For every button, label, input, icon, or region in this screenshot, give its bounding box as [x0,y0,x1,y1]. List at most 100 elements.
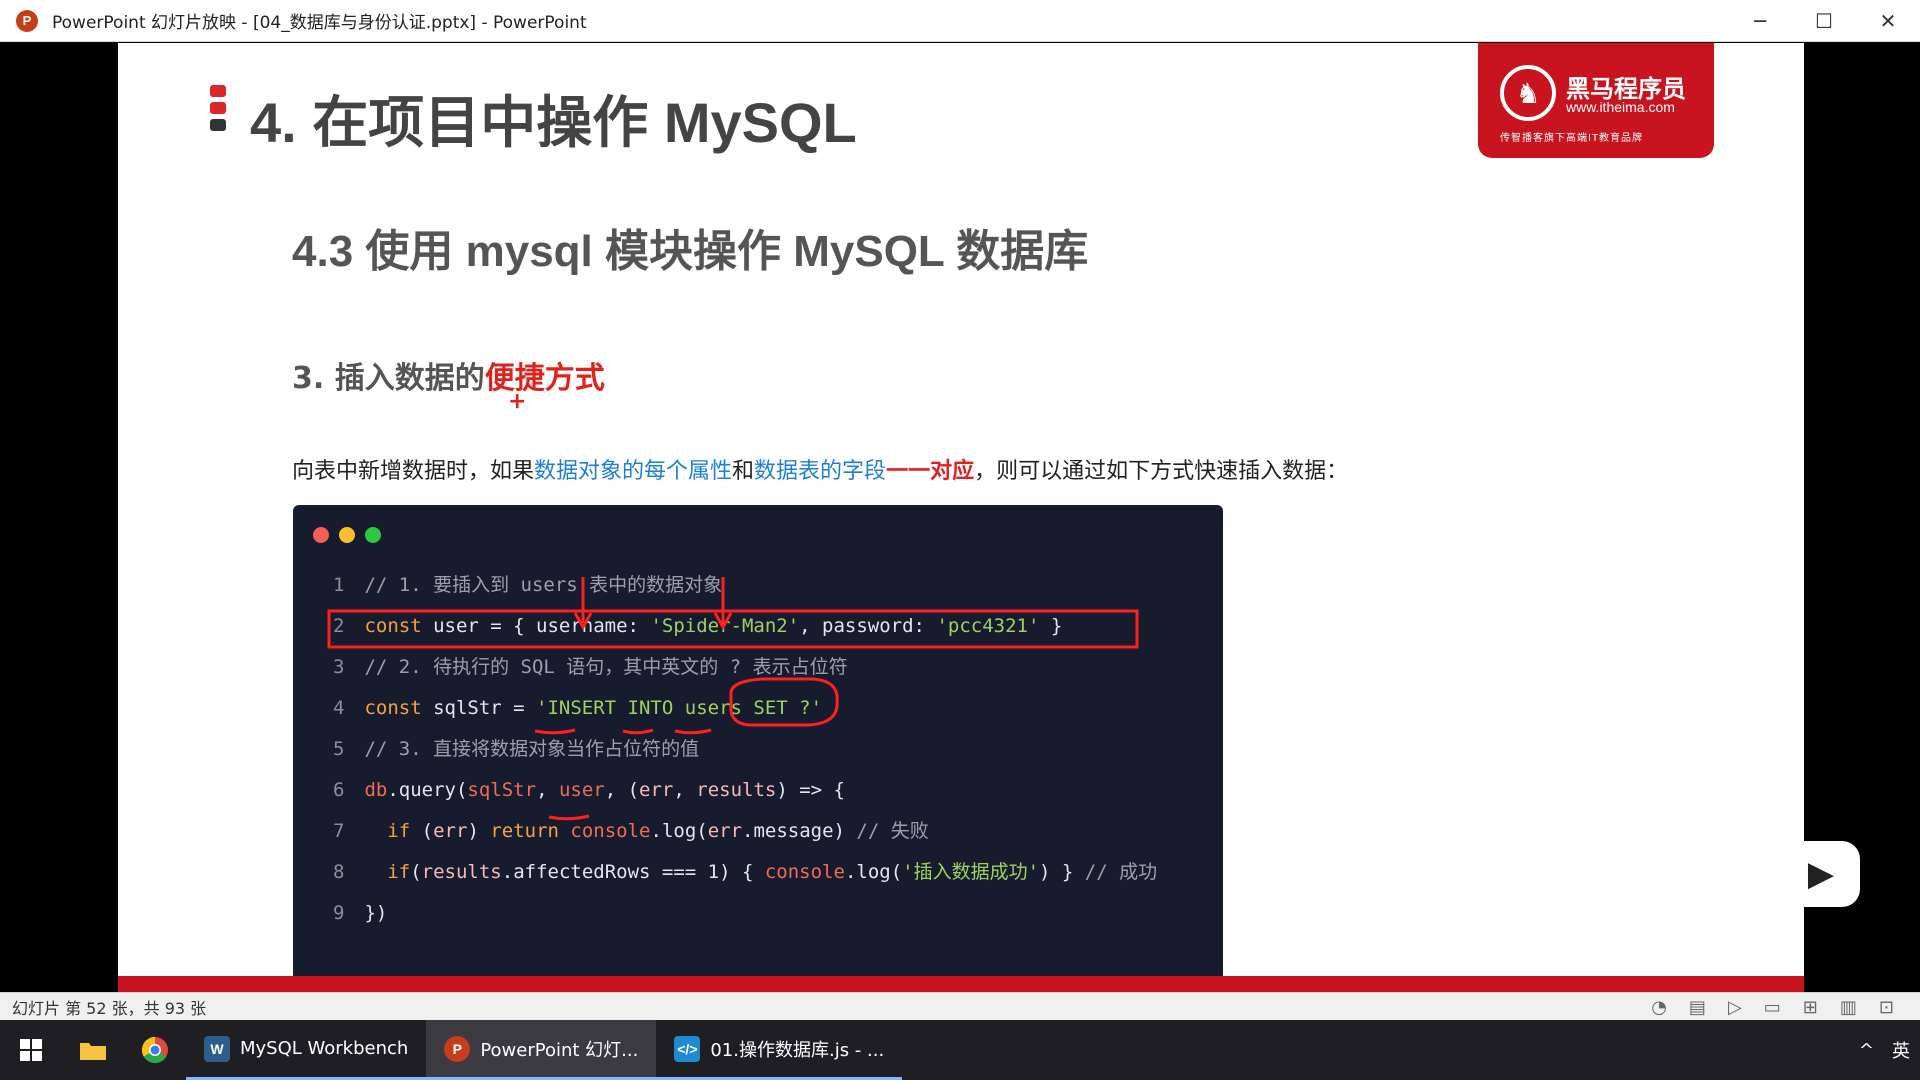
play-icon[interactable]: ▶ [1782,841,1860,907]
code-text: user = { username: [421,615,651,637]
taskbar-powerpoint[interactable]: P PowerPoint 幻灯... [426,1020,657,1080]
description: 向表中新增数据时，如果数据对象的每个属性和数据表的字段一一对应，则可以通过如下方… [292,453,1348,485]
desc-part-1: 向表中新增数据时，如果 [292,459,535,484]
slide-title: 4. 在项目中操作 MySQL [250,91,857,154]
normal-view-icon[interactable]: ▭ [1764,997,1781,1018]
title-marker-icon [210,85,226,136]
code-text: ) => { [776,779,845,801]
code-text: , [673,779,697,801]
point-title-prefix: 3. 插入数据的 [292,361,485,396]
code-line-2: 2 const user = { username: 'Spider-Man2'… [333,606,1157,647]
windows-start-icon[interactable] [0,1020,62,1080]
minimize-dot-icon [339,527,355,543]
code-variable: err [433,820,468,842]
desc-part-3: 和 [732,459,755,484]
code-text: ) } [1039,861,1085,883]
accessibility-icon[interactable]: ◔ [1651,997,1667,1018]
window-title-bar: P PowerPoint 幻灯片放映 - [04_数据库与身份认证.pptx] … [0,0,1920,42]
slide-bottom-bar [118,976,1804,992]
tray-chevron-icon[interactable]: ^ [1859,1040,1874,1061]
slide-counter: 幻灯片 第 52 张，共 93 张 [12,998,207,1018]
logo-slogan: 传智播客旗下高端IT教育品牌 [1500,133,1644,144]
code-variable: console [764,861,845,883]
ime-indicator[interactable]: 英 [1892,1037,1910,1063]
system-tray: ^ 英 [1859,1020,1910,1080]
code-string: 'INSERT INTO users SET ?' [536,697,823,719]
crosshair-cursor-icon: + [508,389,527,414]
code-line-4: 4 const sqlStr = 'INSERT INTO users SET … [333,688,1157,729]
code-text: .affectedRows === 1) { [501,861,765,883]
code-line-9: 9 }) [333,893,1157,934]
code-keyword: if [364,861,411,883]
code-keyword: if [364,820,411,842]
horse-logo-icon: ♞ [1500,65,1556,121]
line-number: 5 [333,738,345,760]
code-string: '插入数据成功' [902,861,1040,883]
logo-url: www.itheima.com [1566,99,1675,115]
powerpoint-icon: P [16,9,38,32]
fit-slide-icon[interactable]: ⊡ [1879,997,1894,1018]
powerpoint-icon: P [444,1035,471,1062]
desc-part-4: 数据表的字段 [754,459,887,484]
code-block: 1 // 1. 要插入到 users 表中的数据对象 2 const user … [333,565,1157,934]
code-text: ( [410,820,434,842]
code-string: 'pcc4321' [936,615,1040,637]
file-explorer-icon[interactable] [62,1020,124,1080]
code-text: sqlStr = [421,697,537,719]
slideshow-icon[interactable]: ▷ [1728,997,1742,1018]
reading-view-icon[interactable]: ▥ [1840,997,1857,1018]
line-number: 4 [333,697,345,719]
code-text: .log( [844,861,903,883]
code-text: ( [410,861,422,883]
code-comment: // 2. 待执行的 SQL 语句，其中英文的 ? 表示占位符 [364,656,848,678]
code-line-7: 7 if (err) return console.log(err.messag… [333,811,1157,852]
code-line-1: 1 // 1. 要插入到 users 表中的数据对象 [333,565,1157,606]
taskbar-label: 01.操作数据库.js - ... [710,1039,885,1061]
close-button[interactable]: ✕ [1856,0,1920,42]
code-text: .query( [387,779,468,801]
code-text: , password: [799,615,937,637]
code-comment: // 失败 [856,820,929,842]
line-number: 1 [333,574,345,596]
itheima-logo: ♞ 黑马程序员 www.itheima.com 传智播客旗下高端IT教育品牌 [1478,43,1714,158]
status-bar: 幻灯片 第 52 张，共 93 张 ◔ ▤ ▷ ▭ ⊞ ▥ ⊡ [0,992,1920,1020]
window-controls: ─ ☐ ✕ [1728,0,1920,42]
point-title: 3. 插入数据的便捷方式 [292,353,605,397]
code-keyword: const [364,697,422,719]
taskbar-vscode[interactable]: </> 01.操作数据库.js - ... [656,1020,903,1080]
line-number: 7 [333,820,345,842]
code-variable: err [639,779,674,801]
code-variable: db [364,779,388,801]
chrome-icon[interactable] [124,1020,186,1080]
code-variable: sqlStr [467,779,537,801]
close-dot-icon [313,527,329,543]
code-text: }) [364,902,388,924]
code-window: 1 // 1. 要插入到 users 表中的数据对象 2 const user … [293,505,1223,1004]
code-comment: // 1. 要插入到 users 表中的数据对象 [364,574,723,596]
code-comment: // 成功 [1084,861,1158,883]
taskbar-label: PowerPoint 幻灯... [480,1039,639,1061]
notes-icon[interactable]: ▤ [1689,997,1706,1018]
window-dots [313,527,381,543]
code-variable: results [696,779,777,801]
code-line-6: 6 db.query(sqlStr, user, (err, results) … [333,770,1157,811]
desc-part-5: 一一对应 [886,459,975,484]
slideshow-stage[interactable]: 4. 在项目中操作 MySQL ♞ 黑马程序员 www.itheima.com … [0,43,1920,1004]
line-number: 3 [333,656,345,678]
taskbar-mysql-workbench[interactable]: W MySQL Workbench [186,1020,427,1080]
maximize-button[interactable]: ☐ [1792,0,1856,42]
window-title: PowerPoint 幻灯片放映 - [04_数据库与身份认证.pptx] - … [52,13,587,33]
line-number: 8 [333,861,345,883]
code-text: ) [467,820,491,842]
line-number: 2 [333,615,345,637]
desc-part-2: 数据对象的每个属性 [534,459,733,484]
code-text: .message) [742,820,857,842]
code-line-3: 3 // 2. 待执行的 SQL 语句，其中英文的 ? 表示占位符 [333,647,1157,688]
slide-sorter-icon[interactable]: ⊞ [1803,997,1818,1018]
section-title: 4.3 使用 mysql 模块操作 MySQL 数据库 [292,227,1089,276]
taskbar: W MySQL Workbench P PowerPoint 幻灯... </>… [0,1020,1920,1080]
minimize-button[interactable]: ─ [1728,0,1792,42]
code-text: , [536,779,559,801]
slide[interactable]: 4. 在项目中操作 MySQL ♞ 黑马程序员 www.itheima.com … [118,43,1804,1004]
